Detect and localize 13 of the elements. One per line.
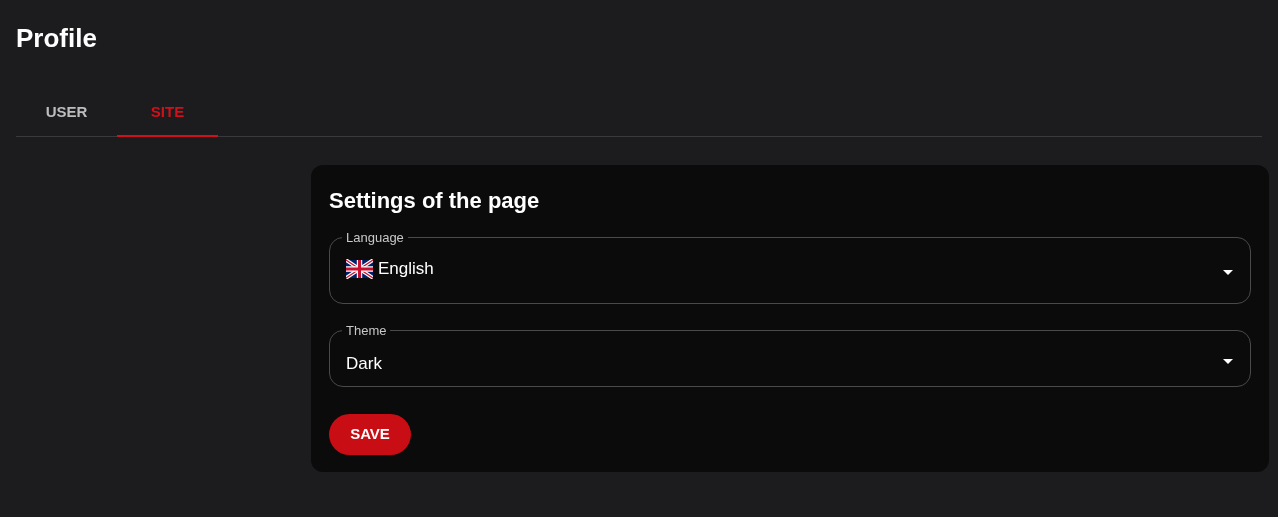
select-field[interactable]: Language English <box>329 231 1251 304</box>
field-label: Language <box>345 231 405 244</box>
field-label: Theme <box>345 324 388 337</box>
dropdown-caret-icon <box>1223 270 1233 275</box>
dropdown-caret-icon <box>1223 359 1233 364</box>
card-title: Settings of the page <box>329 187 541 215</box>
select-value: Dark <box>346 353 382 375</box>
select-field[interactable]: Theme Dark <box>329 324 1251 387</box>
select-value: English <box>378 258 434 280</box>
flag-icon <box>346 258 373 279</box>
tab[interactable]: USER <box>16 89 117 137</box>
page-title: Profile <box>16 22 98 54</box>
save-button[interactable]: SAVE <box>329 414 411 455</box>
